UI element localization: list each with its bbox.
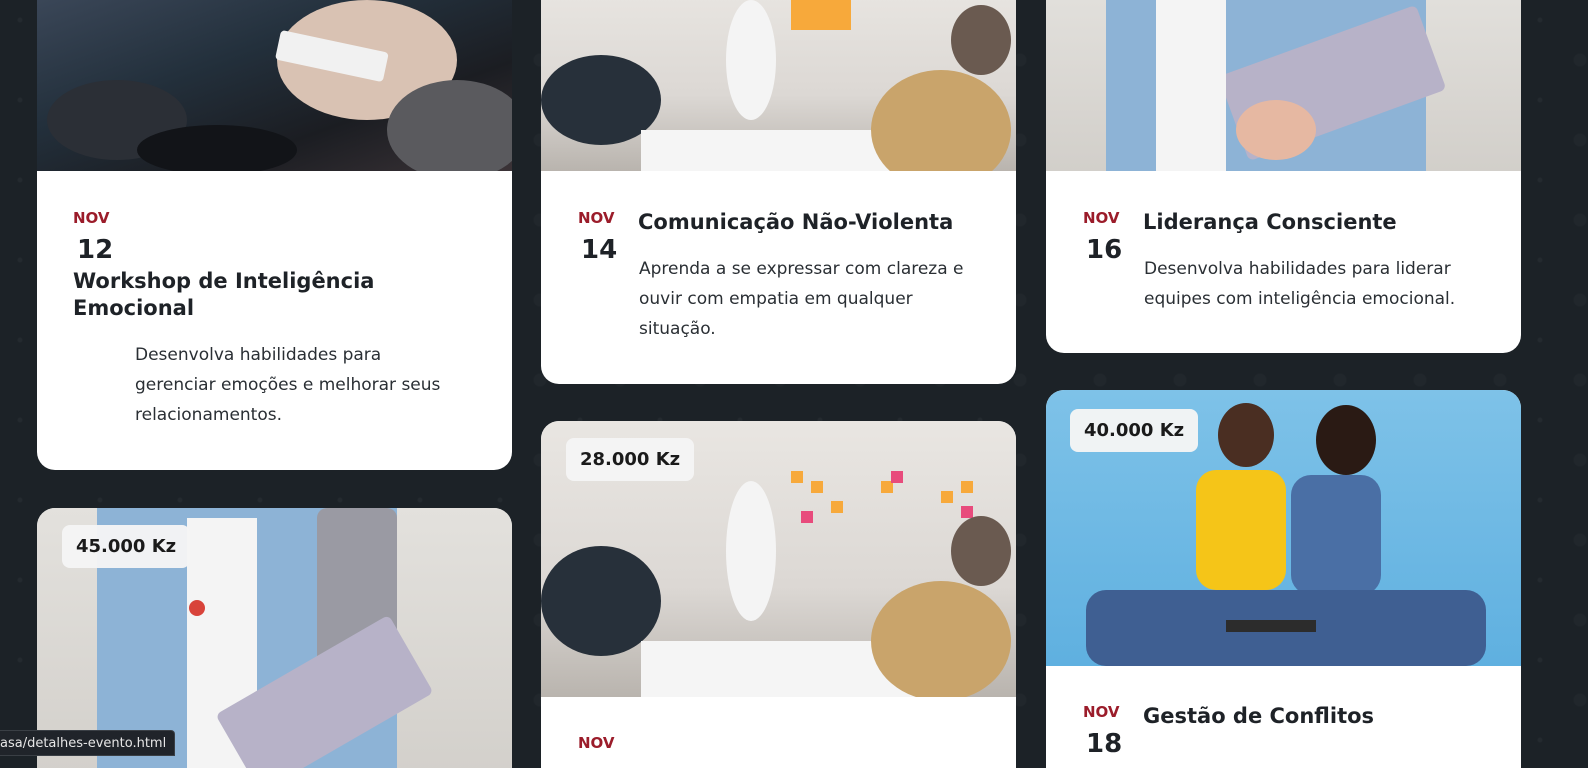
event-description: Aprenda a se expressar com clareza e ouv…	[639, 259, 964, 339]
event-day: 12	[77, 235, 114, 265]
event-card-lower-center[interactable]: 28.000 Kz NOV	[541, 421, 1016, 768]
price-badge: 40.000 Kz	[1070, 409, 1199, 452]
event-image-audience	[37, 0, 512, 171]
event-description: Desenvolva habilidades para gerenciar em…	[135, 345, 441, 425]
event-description: Desenvolva habilidades para liderar equi…	[1144, 259, 1456, 309]
event-month: NOV	[1083, 703, 1120, 721]
event-card-workshop[interactable]: NOV 12 Workshop de Inteligência Emociona…	[37, 0, 512, 470]
event-card-lower-left[interactable]: 45.000 Kz	[37, 508, 512, 768]
event-day: 18	[1086, 729, 1123, 759]
event-image-meeting	[541, 0, 1016, 171]
event-card-gestao[interactable]: 40.000 Kz NOV 18 Gestão de Conflitos	[1046, 390, 1521, 768]
event-month: NOV	[578, 209, 615, 227]
event-title[interactable]: Gestão de Conflitos	[1143, 703, 1493, 730]
event-month: NOV	[73, 209, 110, 227]
event-month: NOV	[578, 734, 615, 752]
price-badge: 45.000 Kz	[62, 525, 191, 568]
event-image-student	[1046, 0, 1521, 171]
event-card-comunicacao[interactable]: NOV 14 Comunicação Não-Violenta Aprenda …	[541, 0, 1016, 384]
event-title[interactable]: Liderança Consciente	[1143, 209, 1493, 236]
status-bar-url: asa/detalhes-evento.html	[0, 730, 176, 756]
event-day: 16	[1086, 235, 1123, 265]
event-title[interactable]: Workshop de Inteligência Emocional	[73, 268, 403, 322]
event-month: NOV	[1083, 209, 1120, 227]
price-badge: 28.000 Kz	[566, 438, 695, 481]
event-card-lideranca[interactable]: NOV 16 Liderança Consciente Desenvolva h…	[1046, 0, 1521, 353]
event-day: 14	[581, 235, 618, 265]
event-title[interactable]: Comunicação Não-Violenta	[638, 209, 988, 236]
